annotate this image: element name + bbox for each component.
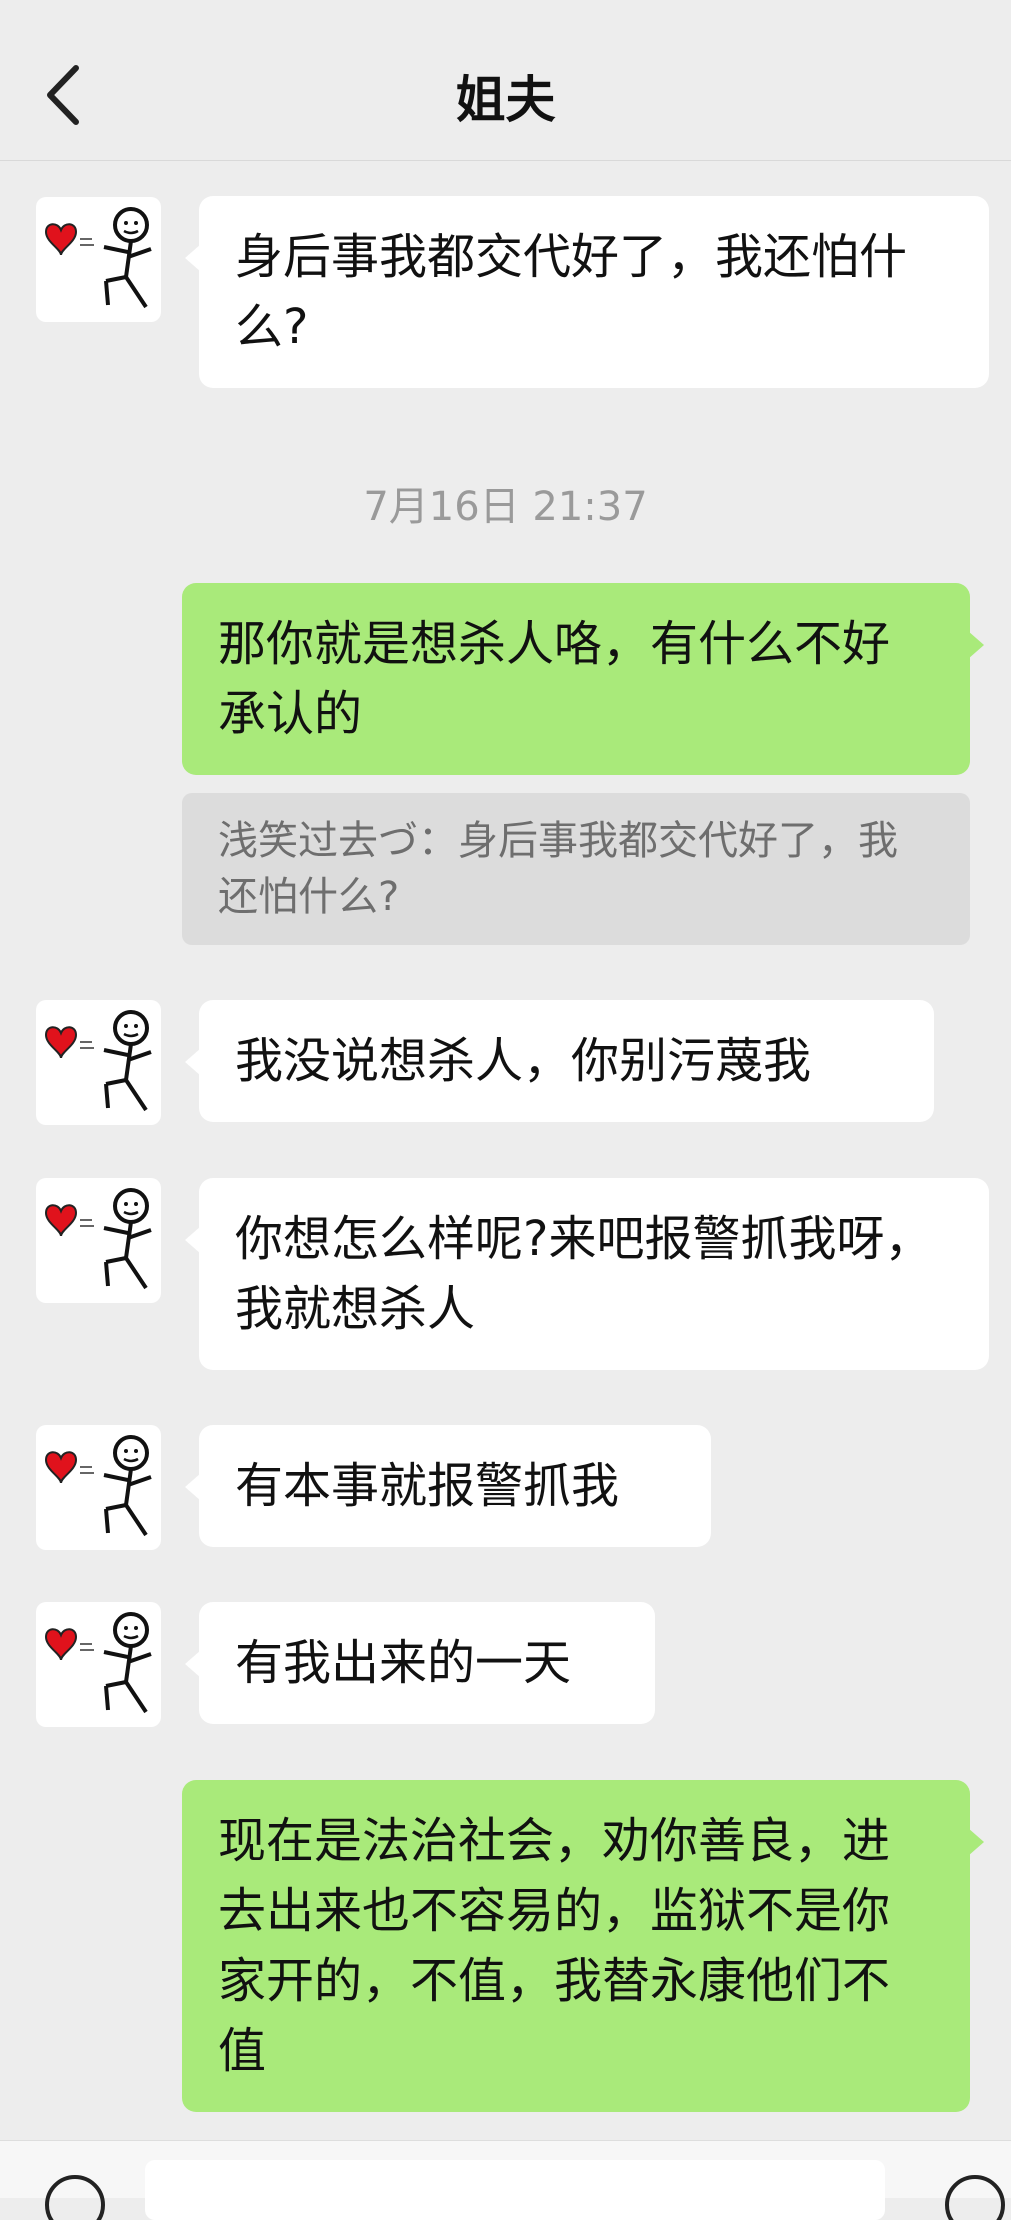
message-text: 有我出来的一天 [235,1635,572,1691]
message-incoming[interactable]: 有我出来的一天 [185,1602,655,1724]
stick-figure-avatar-icon [44,207,152,309]
chat-title: 姐夫 [455,71,556,129]
timestamp: 7月16日 21:37 [363,484,648,530]
message-text: 现在是法治社会，劝你善良，进去出来也不容易的，监狱不是你家开的，不值，我替永康他… [218,1813,891,2079]
quoted-message[interactable]: 浅笑过去づ：身后事我都交代好了，我还怕什么? [182,793,970,945]
contact-avatar[interactable] [36,1000,161,1125]
message-incoming[interactable]: 有本事就报警抓我 [185,1425,711,1547]
message-text: 我没说想杀人，你别污蔑我 [235,1033,812,1089]
message-outgoing[interactable]: 那你就是想杀人咯，有什么不好承认的 [182,583,984,775]
contact-avatar[interactable] [36,1602,161,1727]
quote-text: 浅笑过去づ：身后事我都交代好了，我还怕什么? [218,818,898,920]
stick-figure-avatar-icon [44,1435,152,1537]
message-text: 有本事就报警抓我 [235,1458,620,1514]
stick-figure-avatar-icon [44,1010,152,1112]
message-text: 身后事我都交代好了，我还怕什么? [235,229,908,355]
message-incoming[interactable]: 我没说想杀人，你别污蔑我 [185,1000,934,1122]
stick-figure-avatar-icon [44,1612,152,1714]
message-incoming[interactable]: 身后事我都交代好了，我还怕什么? [185,196,989,388]
emoji-icon[interactable] [940,2160,1010,2220]
message-text: 你想怎么样呢?来吧报警抓我呀，我就想杀人 [235,1211,933,1337]
contact-avatar[interactable] [36,1425,161,1550]
message-incoming[interactable]: 你想怎么样呢?来吧报警抓我呀，我就想杀人 [185,1178,989,1370]
contact-avatar[interactable] [36,1178,161,1303]
message-input[interactable] [145,2160,885,2220]
contact-avatar[interactable] [36,197,161,322]
chat-header: 姐夫 [0,0,1011,161]
message-outgoing[interactable]: 现在是法治社会，劝你善良，进去出来也不容易的，监狱不是你家开的，不值，我替永康他… [182,1780,984,2112]
voice-icon[interactable] [40,2160,110,2220]
stick-figure-avatar-icon [44,1188,152,1290]
message-text: 那你就是想杀人咯，有什么不好承认的 [218,616,891,742]
